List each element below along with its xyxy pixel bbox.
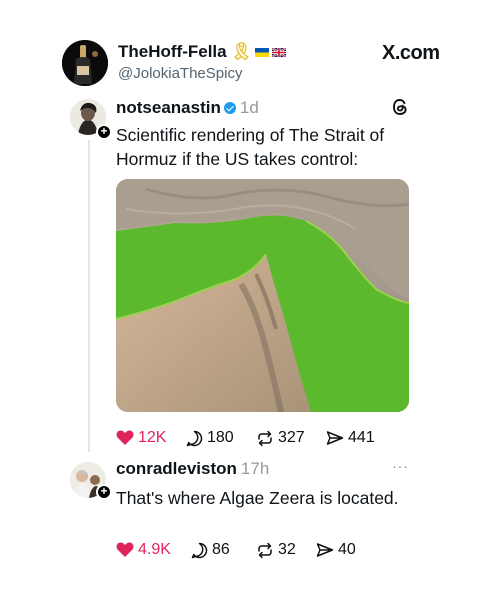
outer-avatar[interactable] (62, 40, 108, 86)
outer-display-name[interactable]: TheHoff-Fella 🎗 (118, 42, 287, 62)
send-icon (326, 431, 344, 445)
outer-post-header: TheHoff-Fella 🎗 @JolokiaTheSpicy X.com (62, 40, 442, 86)
reply-repost-button[interactable]: 32 (256, 541, 296, 559)
repost-icon (258, 542, 272, 558)
follow-plus-icon[interactable]: + (96, 484, 112, 500)
more-dots-icon[interactable]: ··· (392, 458, 409, 474)
like-button[interactable]: 12K (116, 429, 166, 447)
strait-of-hormuz-green-map[interactable] (116, 179, 409, 412)
comment-icon (191, 542, 208, 558)
follow-plus-icon[interactable]: + (96, 124, 112, 140)
heart-filled-icon (116, 542, 134, 557)
reply-author-name[interactable]: conradleviston 17h (116, 459, 269, 479)
heart-filled-icon (116, 430, 134, 445)
reply-text: That's where Algae Zeera is located. (116, 488, 399, 508)
post-timestamp: 1d (239, 98, 259, 117)
reply-comment-button[interactable]: 86 (191, 541, 230, 559)
thread-connector-line (88, 140, 90, 452)
send-icon (316, 543, 334, 557)
repost-icon (258, 430, 272, 446)
reply-share-button[interactable]: 40 (316, 541, 356, 559)
comment-button[interactable]: 180 (186, 429, 234, 447)
share-button[interactable]: 441 (326, 429, 375, 447)
reply-like-button[interactable]: 4.9K (116, 541, 171, 559)
ukraine-flag-icon (255, 48, 270, 58)
comment-icon (186, 430, 203, 446)
uk-flag-icon (272, 48, 287, 58)
threads-logo-icon (393, 99, 407, 115)
post-text: Scientific rendering of The Strait of Ho… (116, 125, 385, 169)
yellow-ribbon-icon: 🎗 (230, 42, 253, 61)
repost-button[interactable]: 327 (256, 429, 305, 447)
outer-handle[interactable]: @JolokiaTheSpicy (118, 65, 242, 82)
threads-author-name[interactable]: notseanastin 1d (116, 98, 259, 118)
verified-badge-icon (223, 101, 236, 114)
x-brand-logo: X.com (382, 42, 440, 64)
reply-timestamp: 17h (240, 459, 270, 478)
